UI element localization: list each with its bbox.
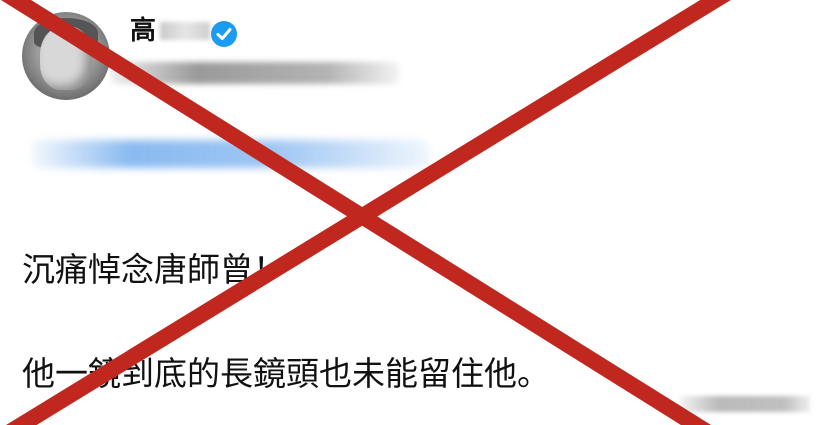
post-text-line-1: 沉痛悼念唐師曾！ xyxy=(22,250,286,289)
blurred-handle-region xyxy=(110,62,400,84)
blurred-name-region xyxy=(160,22,210,40)
blurred-link-region xyxy=(30,140,430,168)
avatar-face xyxy=(40,26,92,90)
social-post: 高 沉痛悼念唐師曾！ 他一鏡到底的長鏡頭也未能留住他。 xyxy=(0,0,818,425)
post-text-line-2: 他一鏡到底的長鏡頭也未能留住他。 xyxy=(22,354,550,393)
blurred-meta-region xyxy=(680,396,810,412)
author-name[interactable]: 高 xyxy=(130,14,156,48)
author-avatar[interactable] xyxy=(22,12,110,100)
verified-check-icon xyxy=(211,21,237,47)
